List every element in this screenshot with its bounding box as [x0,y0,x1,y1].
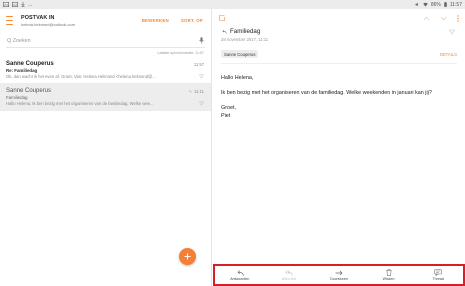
flag-icon[interactable] [449,29,455,35]
sender-chip[interactable]: Sanne Couperus [221,50,259,58]
status-time: 11:57 [449,1,462,8]
expand-icon[interactable] [219,15,225,21]
message-text: Ik ben bezig met het organiseren van de … [221,90,432,96]
status-bar-left: ... [3,2,32,8]
flag-icon[interactable] [199,101,204,106]
mail-preview: Hallo Helena, Ik ben bezig met het organ… [6,101,154,106]
mail-time: 11:57 [193,61,204,67]
mail-list-item[interactable]: Sanne Couperus 11:11 Familiedag Hallo He… [0,84,211,111]
status-bar-right: 86% 11:57 [415,2,462,8]
sort-button[interactable]: SORT. OP [181,18,203,23]
forward-button[interactable]: Doorsturen [319,270,359,281]
mail-time: 11:11 [194,88,204,94]
reply-icon [237,269,244,276]
message-closing: Groet, [221,105,236,111]
trash-icon [385,269,392,276]
reply-all-icon [285,269,294,276]
replied-icon [222,29,227,34]
mailbox-email: helena.helmond@outlook.com [21,21,76,27]
thread-icon [434,269,442,276]
message-date: 28 november 2017, 11:11 [221,37,269,42]
mail-sender: Sanne Couperus [6,88,52,94]
message-header: Familiedag 28 november 2017, 11:11 [213,27,465,42]
image-icon [12,2,18,7]
reply-button[interactable]: Antwoorden [220,269,260,281]
mail-subject: Re: Familiedag [6,68,38,73]
plus-icon [184,253,191,260]
download-icon [21,2,25,7]
header-actions: BEWERKEN SORT. OP [142,18,203,23]
mail-subject: Familiedag [6,95,28,100]
delete-label: Wissen [382,277,395,281]
mail-preview: Ok, dan wacht ik het even af. Groet, Van… [6,74,156,79]
compose-button[interactable] [179,248,196,265]
mail-time-wrapper: 11:11 [188,89,204,94]
mute-icon [415,2,418,7]
message-signature: Piet [221,113,231,119]
forward-icon [335,270,343,275]
more-options-icon[interactable] [457,14,459,22]
battery-text: 86% [430,1,441,8]
battery-icon [444,2,447,7]
status-bar: ... 86% 11:57 [0,0,465,9]
sender-row: Sanne Couperus DETAILS [221,50,457,64]
message-pane: Familiedag 28 november 2017, 11:11 Sanne… [213,9,465,286]
search-bar [6,34,205,48]
delete-button[interactable]: Wissen [369,269,409,281]
forward-label: Doorsturen [330,276,348,281]
image-icon [3,2,9,7]
edit-button[interactable]: BEWERKEN [142,18,169,23]
message-action-toolbar: Antwoorden Allen Ant. Doorsturen Wissen … [213,264,465,286]
message-nav [423,14,459,22]
message-greeting: Hallo Helena, [221,75,254,81]
mail-list-pane: POSTVAK IN helena.helmond@outlook.com BE… [0,9,212,286]
mailbox-title: POSTVAK IN [21,14,55,21]
mailbox-header: POSTVAK IN helena.helmond@outlook.com BE… [0,9,211,32]
message-body: Hallo Helena, Ik ben bezig met het organ… [213,64,465,130]
details-button[interactable]: DETAILS [440,52,457,57]
message-subject: Familiedag [230,28,261,35]
search-input[interactable] [7,37,167,44]
microphone-icon[interactable] [199,37,204,44]
mail-list-item[interactable]: Sanne Couperus 11:57 Re: Familiedag Ok, … [0,57,211,84]
mail-sender: Sanne Couperus [6,61,54,67]
thread-button[interactable]: Thread [418,269,458,281]
replied-icon [189,89,193,93]
status-ellipsis: ... [28,1,33,8]
wifi-icon [423,2,428,7]
flag-icon[interactable] [199,74,204,79]
menu-icon[interactable] [6,16,13,25]
chevron-up-icon[interactable] [423,15,430,21]
thread-label: Thread [432,277,444,281]
mailbox-info: POSTVAK IN helena.helmond@outlook.com [21,15,75,27]
reply-label: Antwoorden [230,276,250,281]
reply-all-label: Allen Ant. [281,276,297,281]
chevron-down-icon[interactable] [440,16,447,21]
sync-status: Laatste synchronisatie: 11:57 [157,51,204,55]
message-topbar [213,9,465,27]
reply-all-button[interactable]: Allen Ant. [269,269,309,281]
